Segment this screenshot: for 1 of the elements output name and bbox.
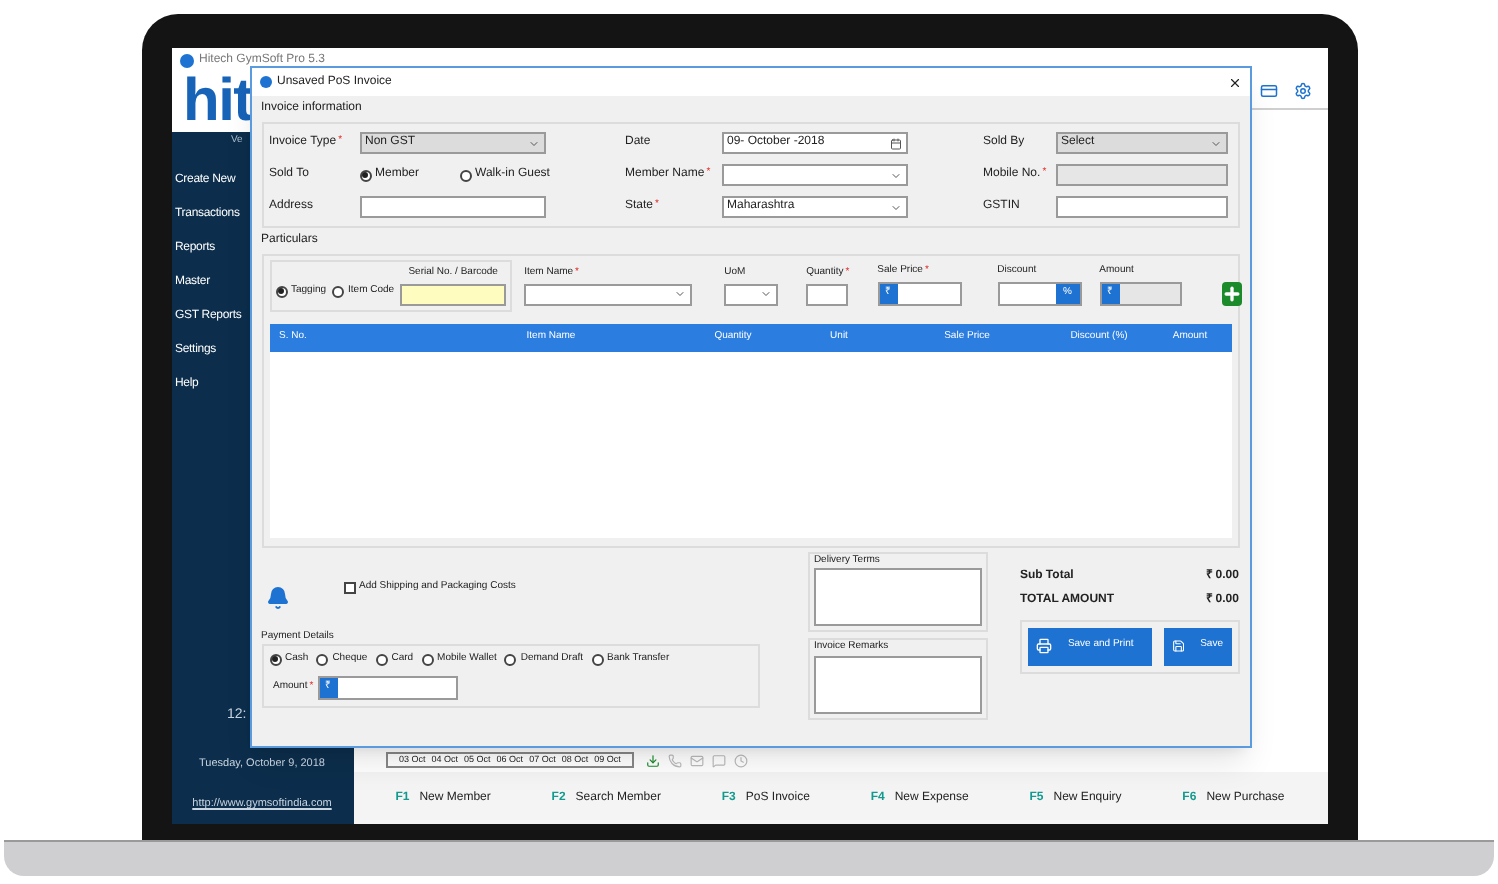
brand-logo: hit	[183, 72, 252, 132]
